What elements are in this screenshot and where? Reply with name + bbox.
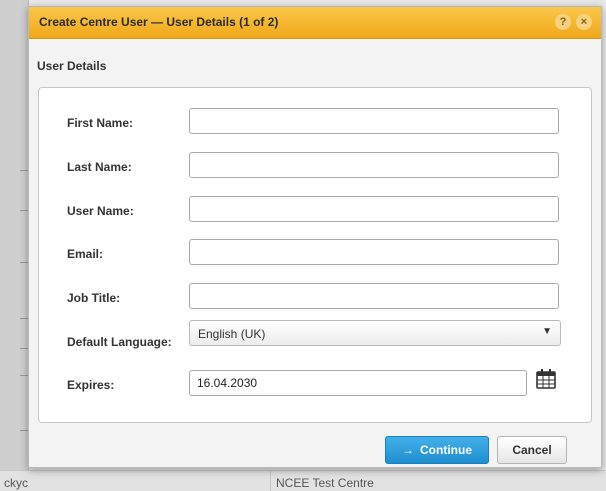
arrow-right-icon: →: [402, 443, 414, 457]
close-icon[interactable]: ×: [576, 14, 592, 30]
background-divider: [20, 348, 28, 349]
background-divider: [20, 375, 28, 376]
background-divider: [20, 262, 28, 263]
cancel-button-label: Cancel: [512, 443, 552, 457]
dialog-title-bar[interactable]: Create Centre User — User Details (1 of …: [29, 7, 601, 39]
first-name-label: First Name:: [67, 116, 134, 130]
dialog-title: Create Centre User — User Details (1 of …: [39, 15, 279, 29]
default-language-label: Default Language:: [67, 335, 172, 349]
background-table-row: ckyc NCEE Test Centre: [0, 470, 606, 491]
user-name-field[interactable]: [189, 196, 559, 222]
background-left-column: [0, 0, 29, 490]
section-header: User Details: [37, 59, 107, 73]
cancel-button[interactable]: Cancel: [497, 436, 567, 464]
first-name-field[interactable]: [189, 108, 559, 134]
job-title-field[interactable]: [189, 283, 559, 309]
expires-label: Expires:: [67, 378, 115, 392]
job-title-label: Job Title:: [67, 291, 121, 305]
background-cell: ckyc: [4, 476, 28, 490]
email-label: Email:: [67, 247, 104, 261]
default-language-value: English (UK): [198, 327, 266, 341]
dropdown-arrow-icon: ▼: [542, 326, 552, 337]
create-centre-user-dialog: Create Centre User — User Details (1 of …: [28, 6, 602, 468]
background-divider: [20, 318, 28, 319]
expires-date-field[interactable]: [189, 370, 527, 396]
continue-button-label: Continue: [420, 443, 472, 457]
continue-button[interactable]: → Continue: [385, 436, 489, 464]
background-divider: [20, 210, 28, 211]
user-name-label: User Name:: [67, 204, 134, 218]
background-divider: [20, 170, 28, 171]
last-name-field[interactable]: [189, 152, 559, 178]
help-icon[interactable]: ?: [555, 14, 571, 30]
user-details-form: First Name: Last Name: User Name: Email:…: [38, 87, 592, 423]
default-language-select[interactable]: English (UK) ▼: [189, 320, 561, 346]
email-field[interactable]: [189, 239, 559, 265]
background-cell: NCEE Test Centre: [276, 476, 374, 490]
last-name-label: Last Name:: [67, 160, 132, 174]
background-column-divider: [270, 471, 271, 491]
calendar-icon[interactable]: [535, 368, 557, 390]
background-divider: [20, 430, 28, 431]
